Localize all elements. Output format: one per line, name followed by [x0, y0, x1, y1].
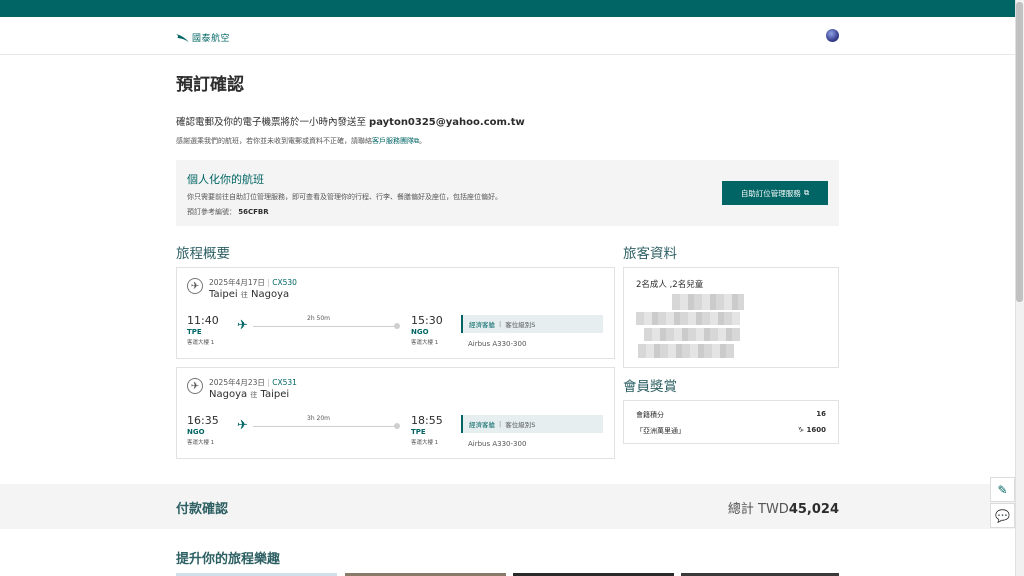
chat-button[interactable]: 💬 [990, 503, 1015, 528]
flight-route: Nagoya 往 Taipei [209, 389, 289, 400]
contact-note-text: 感謝選乘我們的航班，若你並未收到電郵或資料不正確，請聯絡 [176, 137, 372, 145]
feedback-button[interactable]: ✎ [990, 477, 1015, 502]
reward-row: 「亞洲萬里通」 ♑ 1600 [636, 426, 826, 436]
redacted-passenger-name [638, 344, 734, 358]
flight-date: 2025年4月23日 [209, 378, 265, 387]
booking-reference-value: 56CFBR [238, 208, 269, 216]
page-title: 預訂確認 [176, 75, 244, 95]
contact-note: 感謝選乘我們的航班，若你並未收到電郵或資料不正確，請聯絡客戶服務團隊⧉。 [176, 136, 426, 146]
flight-date: 2025年4月17日 [209, 278, 265, 287]
manage-booking-label: 自助訂位管理服務 [740, 188, 801, 198]
flight-route: Taipei 往 Nagoya [209, 289, 289, 300]
departure-code: TPE [187, 328, 202, 336]
flight-card: ✈ 2025年4月17日 | CX530 Taipei 往 Nagoya 11:… [176, 267, 615, 359]
scrollbar-thumb[interactable] [1016, 2, 1023, 302]
arrival-code: NGO [411, 328, 429, 336]
arrival-terminal: 客運大樓 1 [411, 340, 439, 346]
logo-text: 國泰航空 [192, 34, 231, 44]
airplane-circle-icon: ✈ [187, 278, 203, 294]
email-notice: 確認電郵及你的電子機票將於一小時內發送至 payton0325@yahoo.co… [176, 114, 525, 128]
payment-band [0, 484, 1015, 529]
route-end-dot [394, 323, 400, 329]
contact-note-suffix: 。 [419, 137, 426, 145]
reward-label: 會籍積分 [636, 411, 664, 419]
redacted-passenger-name [672, 294, 744, 310]
enhance-trip-heading: 提升你的旅程樂趣 [176, 552, 281, 567]
redacted-passenger-name [644, 328, 740, 341]
origin-city: Taipei [209, 289, 238, 300]
route-connector: 往 [250, 391, 258, 399]
total-price: 總計 TWD45,024 [720, 498, 839, 517]
personalize-title: 個人化你的航班 [187, 173, 264, 186]
language-globe-icon[interactable] [826, 29, 839, 42]
rewards-card: 會籍積分 16 「亞洲萬里通」 ♑ 1600 [623, 400, 839, 444]
edit-note-icon: ✎ [997, 482, 1008, 497]
departure-terminal: 客運大樓 1 [187, 340, 215, 346]
rewards-heading: 會員獎賞 [623, 379, 677, 395]
fare-class: 客位級別S [505, 421, 536, 429]
reward-label: 「亞洲萬里通」 [636, 427, 685, 435]
external-link-icon: ⧉ [803, 188, 810, 197]
aircraft-type: Airbus A330-300 [468, 440, 527, 448]
route-line [253, 426, 397, 427]
flight-date-line: 2025年4月23日 | CX531 [209, 378, 297, 387]
flight-date-line: 2025年4月17日 | CX530 [209, 278, 297, 287]
route-end-dot [394, 423, 400, 429]
passengers-heading: 旅客資料 [623, 246, 677, 262]
redacted-passenger-name [636, 312, 740, 325]
departure-time: 11:40 [187, 314, 219, 327]
flight-duration: 2h 50m [307, 315, 331, 322]
airplane-icon: ✈ [237, 418, 248, 433]
flight-number: CX530 [272, 278, 297, 287]
total-value: 45,024 [788, 502, 839, 517]
reward-row: 會籍積分 16 [636, 410, 826, 420]
reward-value: 16 [816, 410, 826, 418]
airplane-circle-icon: ✈ [187, 378, 203, 394]
arrival-time: 15:30 [411, 314, 443, 327]
manage-booking-button[interactable]: 自助訂位管理服務 ⧉ [722, 181, 828, 205]
departure-time: 16:35 [187, 414, 219, 427]
chat-bubble-icon: 💬 [995, 508, 1010, 523]
route-line [253, 326, 397, 327]
destination-city: Nagoya [251, 289, 290, 300]
passenger-count: 2名成人 ,2名兒童 [636, 280, 704, 290]
cabin-class-badge: 經濟客艙 | 客位級別S [461, 415, 603, 433]
cathay-logo[interactable]: 國泰航空 [176, 31, 230, 44]
destination-city: Taipei [260, 389, 290, 400]
flight-card: ✈ 2025年4月23日 | CX531 Nagoya 往 Taipei 16:… [176, 367, 615, 459]
reward-value: ♑ 1600 [797, 426, 826, 434]
booking-reference: 預訂參考編號： 56CFBR [187, 207, 269, 217]
flight-duration: 3h 20m [307, 415, 331, 422]
personalize-panel: 個人化你的航班 你只需要前往自助訂位管理服務，即可查看及管理你的行程、行李、餐膳… [176, 160, 839, 226]
arrival-terminal: 客運大樓 1 [411, 440, 439, 446]
route-connector: 往 [240, 291, 248, 299]
customer-service-link[interactable]: 客戶服務團隊 [372, 137, 414, 145]
airplane-icon: ✈ [237, 318, 248, 333]
personalize-description: 你只需要前往自助訂位管理服務，即可查看及管理你的行程、行李、餐膳偏好及座位，包括… [187, 193, 502, 201]
arrival-code: TPE [411, 428, 426, 436]
itinerary-heading: 旅程概要 [176, 246, 230, 262]
email-address: payton0325@yahoo.com.tw [369, 117, 525, 128]
cabin-name: 經濟客艙 [469, 321, 495, 329]
aircraft-type: Airbus A330-300 [468, 340, 527, 348]
arrival-time: 18:55 [411, 414, 443, 427]
brushwing-icon [176, 33, 189, 42]
site-header: 國泰航空 [0, 17, 1015, 55]
departure-terminal: 客運大樓 1 [187, 440, 215, 446]
departure-code: NGO [187, 428, 205, 436]
cabin-name: 經濟客艙 [469, 421, 495, 429]
booking-reference-label: 預訂參考編號： [187, 208, 236, 216]
fare-class: 客位級別S [505, 321, 536, 329]
payment-heading: 付款確認 [176, 502, 229, 517]
passengers-card: 2名成人 ,2名兒童 [623, 267, 839, 368]
total-label: 總計 TWD [727, 502, 789, 517]
origin-city: Nagoya [209, 389, 248, 400]
email-notice-text: 確認電郵及你的電子機票將於一小時內發送至 [176, 117, 367, 128]
flight-number: CX531 [272, 378, 297, 387]
cabin-class-badge: 經濟客艙 | 客位級別S [461, 315, 603, 333]
top-brand-bar [0, 0, 1015, 17]
